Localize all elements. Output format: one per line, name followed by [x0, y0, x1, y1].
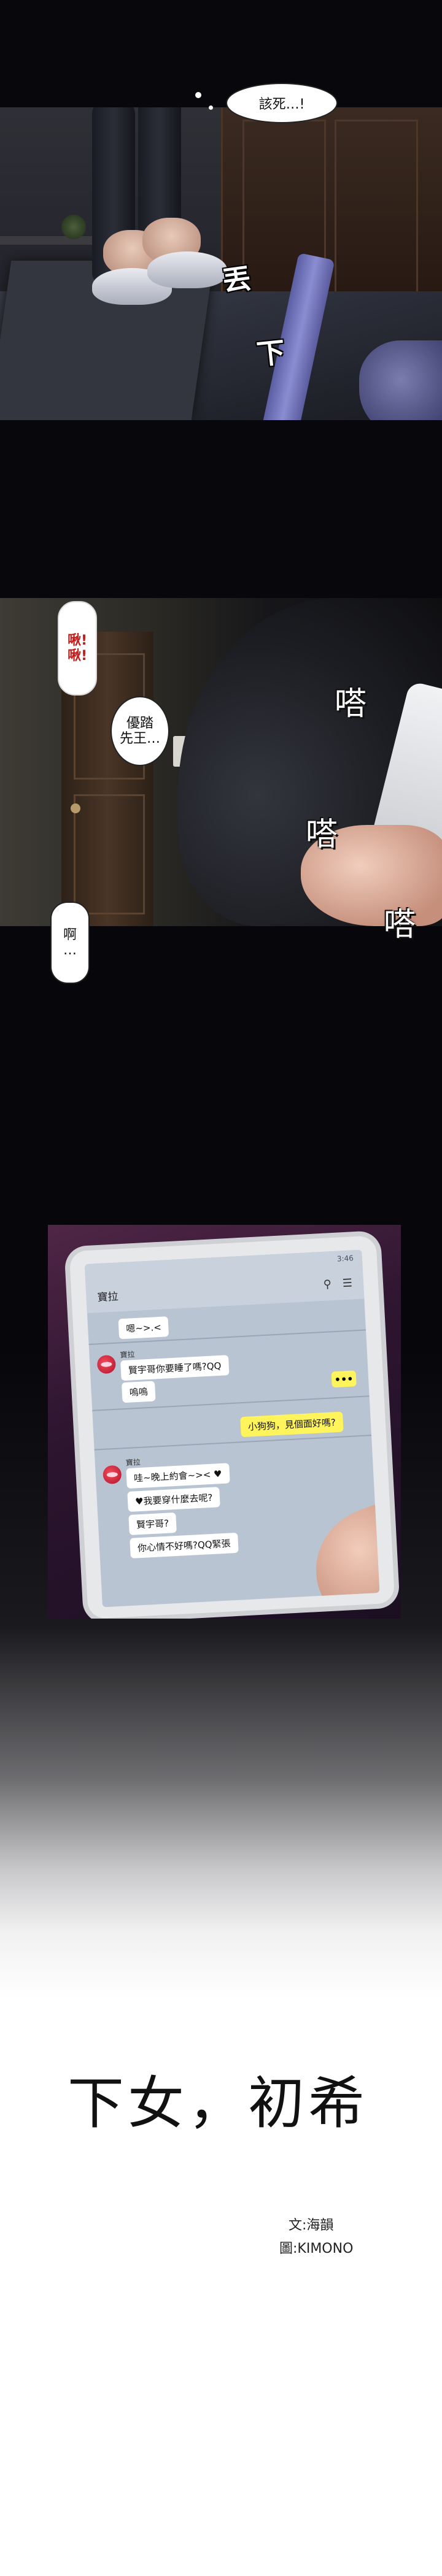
credit-artist: 圖:KIMONO — [279, 2241, 354, 2256]
chat-message: 哇~晚上約會~>< ♥ — [126, 1463, 230, 1489]
sfx-drop: 丟 — [220, 261, 253, 298]
bubble-ou-line2: 先王… — [119, 731, 160, 746]
finger — [298, 1487, 380, 1608]
bubble-a-line1: 啊 — [63, 927, 77, 943]
sfx-jiu-bubble: 啾! 啾! — [58, 601, 97, 696]
spark-mark — [209, 105, 213, 110]
contact-avatar — [103, 1465, 122, 1485]
chat-message-me: 小狗狗，見個面好嗎? — [240, 1411, 344, 1438]
chat-message: 嗚嗚 — [121, 1381, 156, 1403]
status-time: 3:46 — [336, 1254, 354, 1263]
sfx-jiu-2: 啾! — [67, 648, 88, 664]
chat-message: 嗯~>.< — [118, 1316, 169, 1340]
message-sender: 寶拉 — [120, 1350, 135, 1360]
chat-message: 賢宇哥你要睡了嗎?QQ — [120, 1355, 230, 1381]
potted-plant — [61, 215, 86, 239]
menu-icon[interactable]: ☰ — [342, 1276, 352, 1290]
sfx-jiu-1: 啾! — [67, 632, 88, 648]
credit-writer: 文:海韻 — [289, 2218, 334, 2233]
panel-phone-chat: 3:46 寶拉 ⚲ ☰ 嗯~>.< 寶拉 賢宇哥你要睡了嗎?QQ 嗚嗚 ••• … — [48, 1225, 401, 1619]
search-icon[interactable]: ⚲ — [323, 1278, 332, 1291]
bubble-ou-line1: 優踏 — [126, 715, 153, 731]
chat-screen: 3:46 寶拉 ⚲ ☰ 嗯~>.< 寶拉 賢宇哥你要睡了嗎?QQ 嗚嗚 ••• … — [84, 1249, 380, 1608]
comic-title: 下女，初希 — [67, 2071, 368, 2136]
chat-divider — [94, 1435, 372, 1451]
sfx-ta-3: 嗒 — [384, 907, 416, 943]
chat-message: 賢宇哥? — [128, 1512, 177, 1535]
spark-mark — [195, 92, 201, 98]
bubble-a-line2: … — [63, 943, 77, 958]
cabinet-door-right — [335, 120, 418, 307]
dropped-jacket — [359, 340, 442, 420]
chat-title: 寶拉 — [97, 1290, 119, 1304]
sfx-ta-2: 嗒 — [306, 816, 338, 853]
right-slipper — [147, 251, 227, 288]
door-panel-lower — [74, 794, 145, 914]
door-knob — [71, 803, 80, 813]
speech-bubble-damn: 該死…! — [226, 83, 338, 123]
chat-message: ♥我要穿什麼去呢? — [127, 1487, 221, 1512]
contact-avatar — [96, 1354, 117, 1374]
chat-message: 你心情不好嗎?QQ緊張 — [130, 1532, 239, 1558]
phone-device: 3:46 寶拉 ⚲ ☰ 嗯~>.< 寶拉 賢宇哥你要睡了嗎?QQ 嗚嗚 ••• … — [69, 1235, 395, 1619]
speech-text: 該死…! — [258, 97, 305, 112]
speech-bubble-ou: 優踏 先王… — [110, 696, 169, 766]
sfx-ta-1: 嗒 — [335, 686, 367, 723]
speech-bubble-ah: 啊 … — [50, 902, 90, 984]
sfx-down: 下 — [255, 335, 287, 372]
more-button[interactable]: ••• — [331, 1370, 357, 1388]
message-sender: 寶拉 — [125, 1457, 141, 1468]
